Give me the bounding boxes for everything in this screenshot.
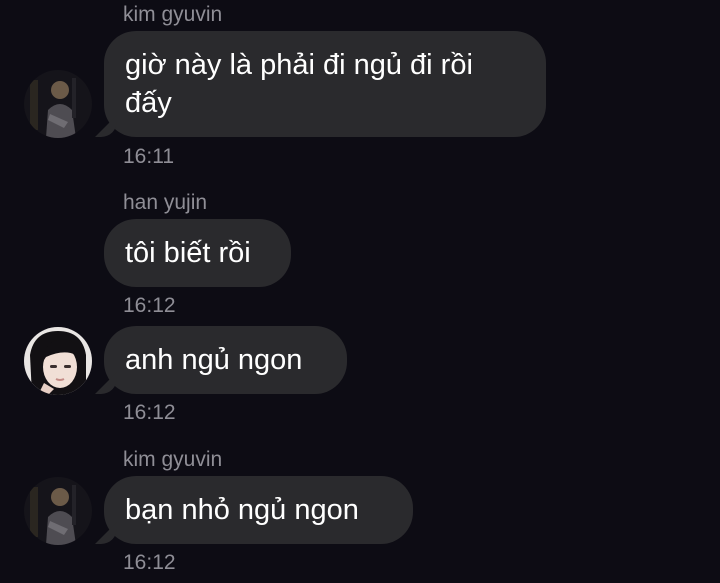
sender-name: kim gyuvin — [123, 3, 223, 26]
message-bubble[interactable]: tôi biết rồi — [104, 219, 291, 287]
message-text: tôi biết rồi — [125, 237, 251, 269]
avatar[interactable] — [24, 477, 92, 545]
message-timestamp: 16:12 — [123, 401, 176, 424]
message-text: giờ này là phải đi ngủ đi rồi đấy — [125, 49, 473, 119]
message-timestamp: 16:12 — [123, 294, 176, 317]
message-bubble[interactable]: giờ này là phải đi ngủ đi rồi đấy — [104, 31, 546, 137]
sender-name: han yujin — [123, 191, 208, 214]
message-bubble[interactable]: bạn nhỏ ngủ ngon — [104, 476, 413, 544]
message-bubble[interactable]: anh ngủ ngon — [104, 326, 347, 394]
message-timestamp: 16:12 — [123, 551, 176, 574]
message-timestamp: 16:11 — [123, 145, 174, 168]
sender-name: kim gyuvin — [123, 448, 223, 471]
message-text: anh ngủ ngon — [125, 344, 303, 376]
message-text: bạn nhỏ ngủ ngon — [125, 494, 359, 526]
avatar-han-yujin-photo — [24, 327, 92, 395]
avatar-kim-gyuvin-photo — [24, 477, 92, 545]
avatar[interactable] — [24, 327, 92, 395]
avatar-kim-gyuvin-photo — [24, 70, 92, 138]
avatar[interactable] — [24, 70, 92, 138]
chat-thread: kim gyuvin giờ này là phải đi ngủ đi rồi… — [0, 0, 720, 583]
